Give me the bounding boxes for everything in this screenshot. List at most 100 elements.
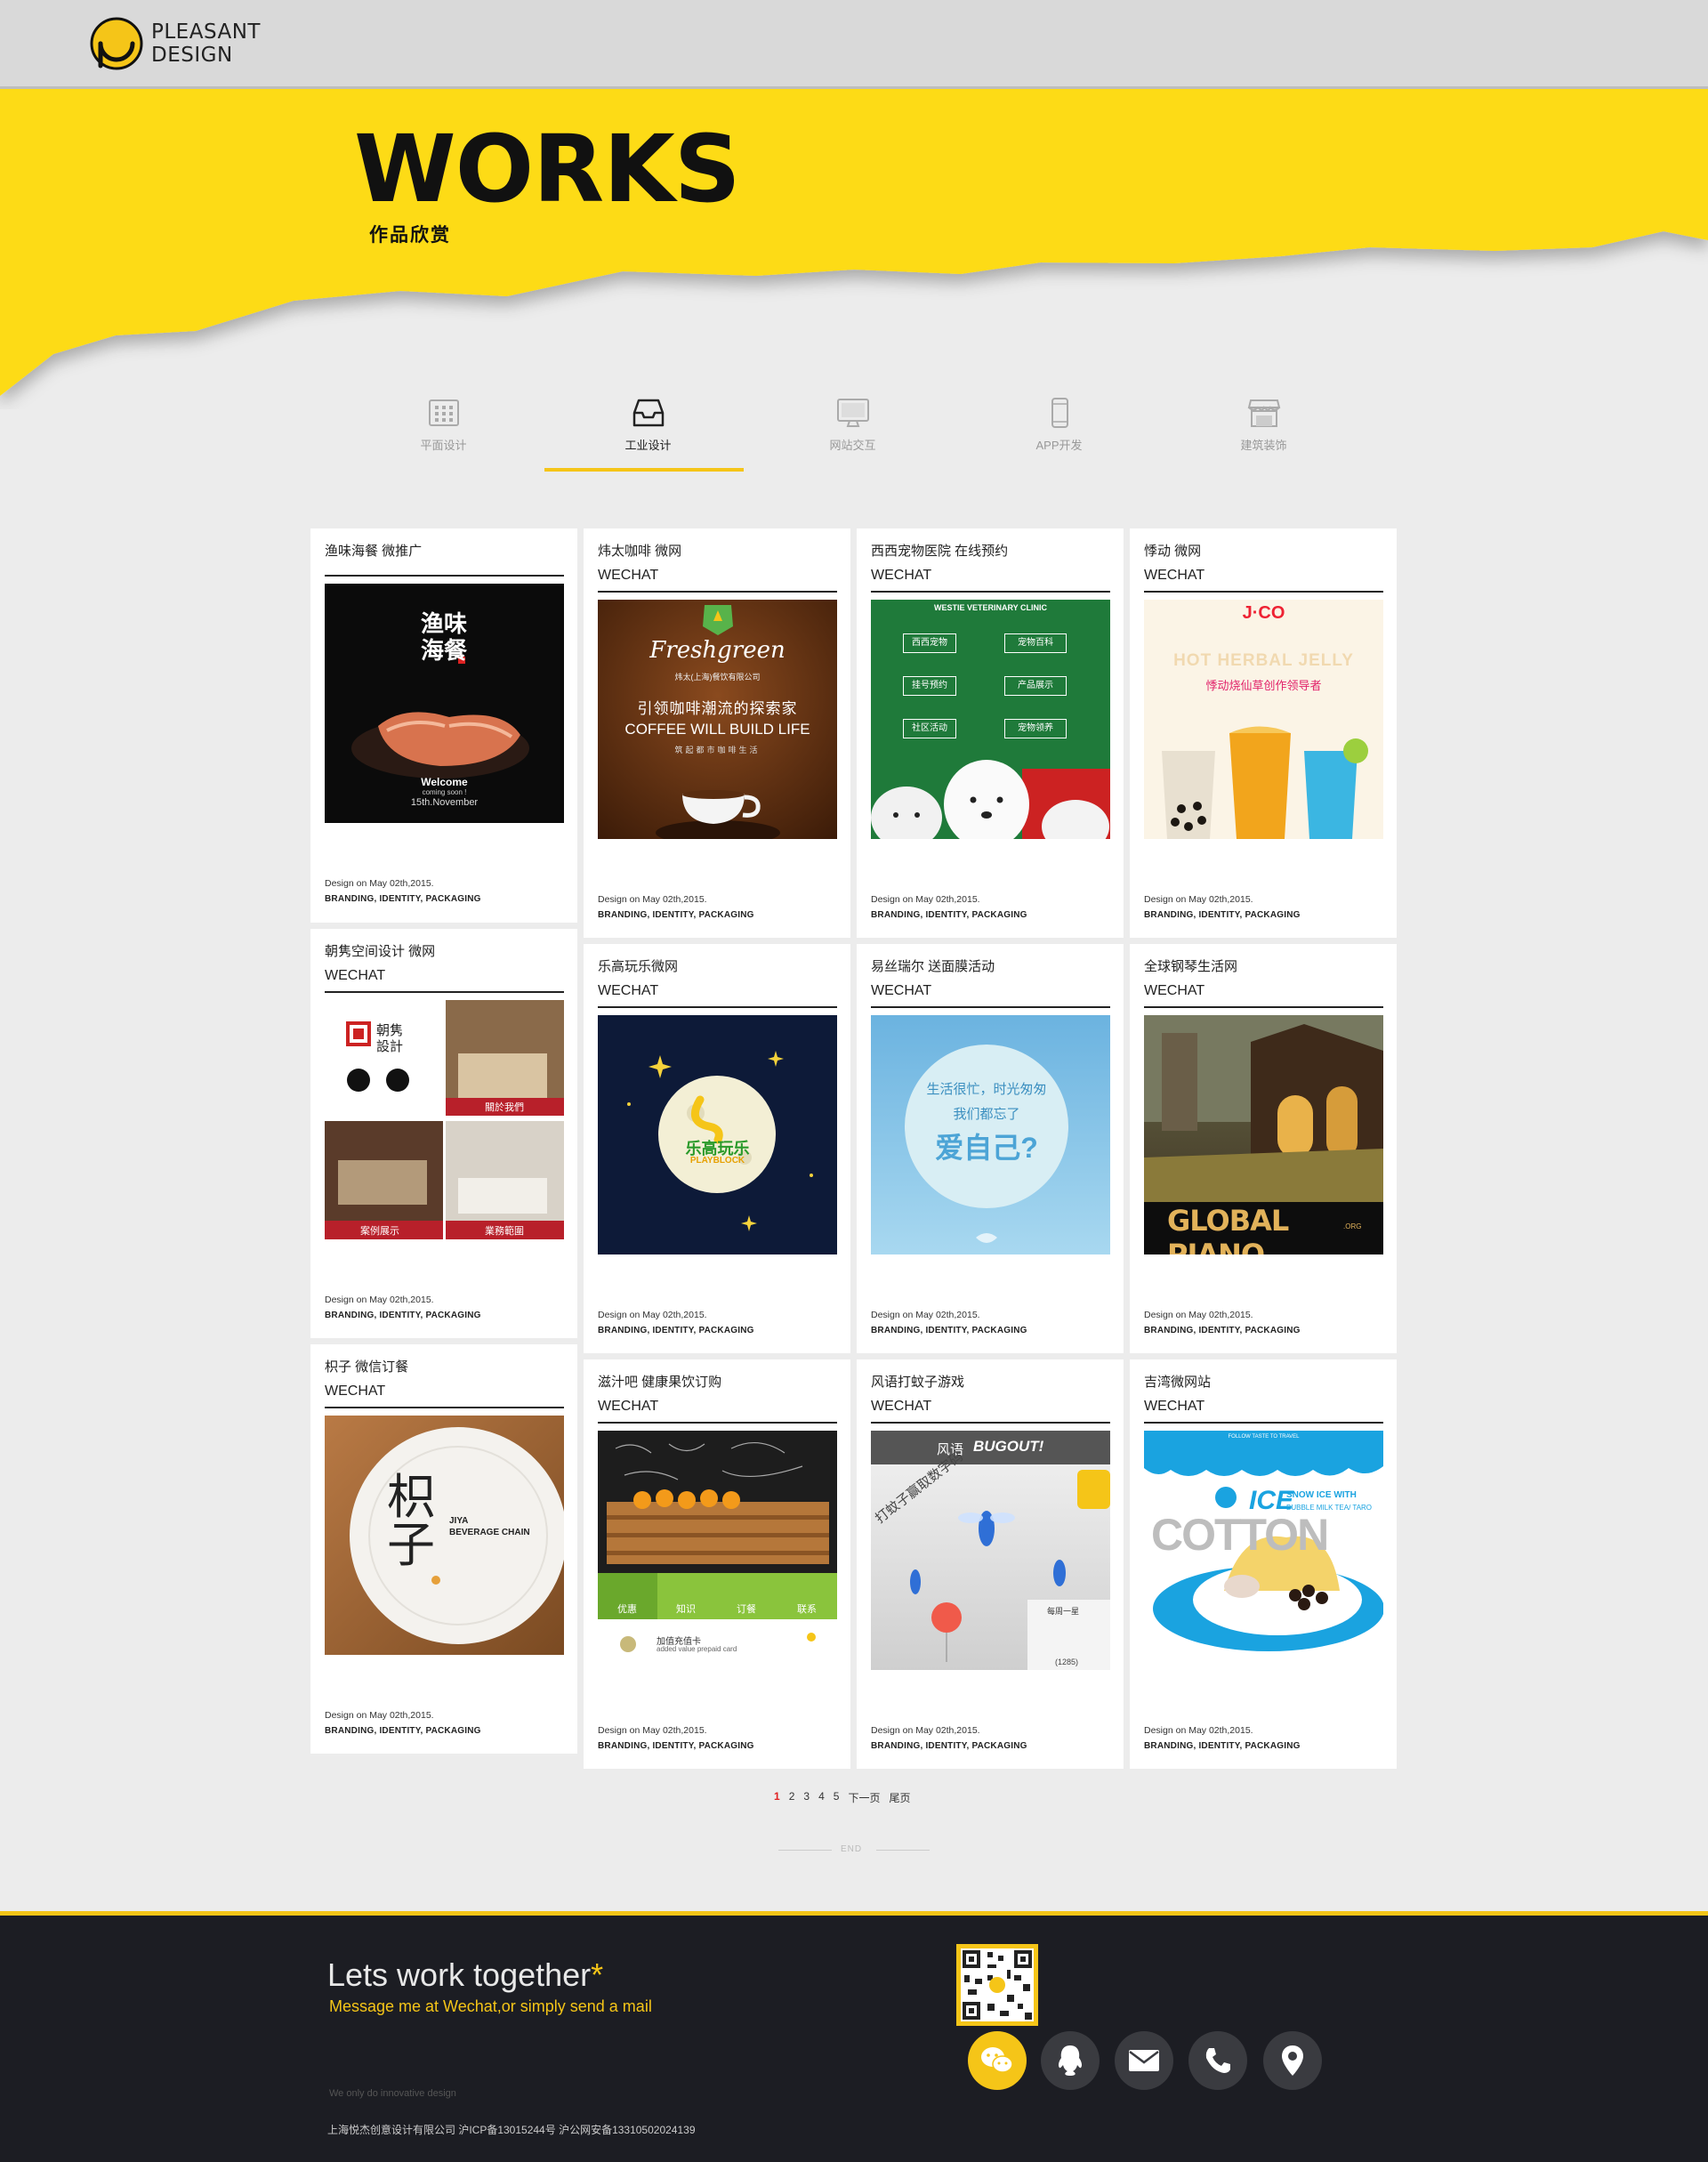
footer-tagline: We only do innovative design — [329, 2088, 456, 2099]
work-card[interactable]: 吉湾微网站 WECHAT FOLLOW TASTE TO TRAVEL ICE … — [1130, 1359, 1397, 1769]
page-title: WORKS — [354, 115, 741, 223]
work-card[interactable]: 乐高玩乐微网 WECHAT 乐高玩乐 PLAYBLOCK Design on M… — [584, 944, 850, 1353]
coffee-poster-image — [656, 605, 780, 839]
card-image: WESTIE VETERINARY CLINIC 西西宠物 宠物百科 挂号预约 … — [871, 600, 1110, 839]
tab-architecture[interactable]: 建筑装饰 — [1164, 391, 1364, 472]
card-title: 乐高玩乐微网 — [598, 959, 679, 974]
tab-industrial-design[interactable]: 工业设计 — [548, 391, 748, 472]
works-banner: WORKS 作品欣赏 — [0, 89, 1708, 409]
phone-icon — [1051, 398, 1068, 428]
work-card[interactable]: 悸动 微网 WECHAT J·CO HOT HERBAL JELLY 悸动烧仙草… — [1130, 528, 1397, 938]
card-meta: BRANDING, IDENTITY, PACKAGING — [598, 1741, 754, 1751]
clinic-button: 西西宠物 — [903, 633, 956, 653]
phone-handset-icon — [1205, 2048, 1230, 2073]
playblock-en: PLAYBLOCK — [689, 1156, 745, 1166]
card-image: 优惠 知识 订餐 联系 加值充值卡 added value prepaid ca… — [598, 1431, 837, 1670]
work-card[interactable]: 风语打蚊子游戏 WECHAT 风语 BUGOUT! 打蚊子赢取数字码 每周一星 … — [857, 1359, 1124, 1769]
card-image: 风语 BUGOUT! 打蚊子赢取数字码 每周一星 (1285) — [871, 1431, 1110, 1670]
location-button[interactable] — [1263, 2031, 1322, 2090]
services-label: 業務範圍 — [485, 1226, 524, 1237]
card-date: Design on May 02th,2015. — [871, 1310, 980, 1320]
work-card[interactable]: 西西宠物医院 在线预约 WECHAT WESTIE VETERINARY CLI… — [857, 528, 1124, 938]
tab-label: 建筑装饰 — [1240, 439, 1287, 452]
work-card[interactable]: 炜太咖啡 微网 WECHAT Freshgreen 炜太(上海)餐饮有限公司 引… — [584, 528, 850, 938]
tab-graphic-design[interactable]: 平面设计 — [343, 391, 544, 472]
poster-coming: coming soon ! — [422, 788, 467, 796]
card-divider — [325, 575, 564, 577]
logo-line-1: PLEASANT — [151, 20, 261, 44]
work-card[interactable]: 渔味海餐 微推广 渔味海餐 Welcome coming soon ! 15th… — [310, 528, 577, 923]
work-card[interactable]: 全球钢琴生活网 WECHAT GLOBAL PIANO .ORG Design … — [1130, 944, 1397, 1353]
card-tag: WECHAT — [598, 568, 659, 583]
juice-tab: 订餐 — [737, 1604, 756, 1615]
sky-line-1: 生活很忙，时光匆匆 — [926, 1082, 1047, 1097]
card-meta: BRANDING, IDENTITY, PACKAGING — [325, 1726, 481, 1736]
prepaid-card-en: added value prepaid card — [657, 1645, 737, 1653]
next-page-link[interactable]: 下一页 — [848, 1790, 880, 1805]
card-divider — [1144, 1422, 1383, 1424]
card-title: 全球钢琴生活网 — [1144, 959, 1238, 974]
cotton-word: COTTON — [1151, 1510, 1329, 1560]
jco-headline: HOT HERBAL JELLY — [1173, 651, 1354, 670]
card-tag: WECHAT — [871, 568, 932, 583]
tab-app-development[interactable]: APP开发 — [959, 391, 1159, 472]
jco-slogan: 悸动烧仙草创作领导者 — [1205, 679, 1322, 692]
juice-tab: 优惠 — [617, 1604, 637, 1615]
end-divider: END — [778, 1844, 930, 1855]
monitor-icon — [836, 399, 869, 427]
card-meta: BRANDING, IDENTITY, PACKAGING — [871, 1741, 1027, 1751]
poster-title: 渔味海餐 — [420, 610, 467, 664]
card-tag: WECHAT — [325, 1384, 386, 1399]
tab-label: 网站交互 — [829, 439, 876, 452]
studio-name-1: 朝隽 — [376, 1023, 404, 1038]
tab-web-interaction[interactable]: 网站交互 — [753, 391, 953, 472]
tab-label: APP开发 — [1035, 439, 1083, 452]
last-page-link[interactable]: 尾页 — [889, 1790, 910, 1805]
clinic-button: 社区活动 — [903, 719, 956, 738]
category-tabs: 平面设计 工业设计 网站交互 APP开发 建筑装饰 — [0, 391, 1708, 480]
page-link-2[interactable]: 2 — [789, 1790, 795, 1805]
ice-tagline: FOLLOW TASTE TO TRAVEL — [1228, 1434, 1300, 1440]
card-meta: BRANDING, IDENTITY, PACKAGING — [1144, 1741, 1301, 1751]
work-card[interactable]: 易丝瑞尔 送面膜活动 WECHAT 生活很忙，时光匆匆 我们都忘了 爱自己? D… — [857, 944, 1124, 1353]
qr-code-icon — [961, 1948, 1034, 2021]
card-divider — [1144, 1006, 1383, 1008]
wechat-button[interactable] — [968, 2031, 1027, 2090]
footer: Lets work together* Message me at Wechat… — [0, 1911, 1708, 2162]
card-meta: BRANDING, IDENTITY, PACKAGING — [871, 1326, 1027, 1335]
card-divider — [325, 1407, 564, 1408]
work-card[interactable]: 朝隽空间设计 微网 WECHAT 朝隽 設計 關於我們 案例展示 業務範圍 De… — [310, 929, 577, 1338]
work-card[interactable]: 枳子 微信订餐 WECHAT 枳子 JIYA BEVERAGE CHAIN De… — [310, 1344, 577, 1754]
card-title: 吉湾微网站 — [1144, 1375, 1212, 1390]
card-tag: WECHAT — [1144, 983, 1205, 998]
wechat-qr-code — [956, 1944, 1038, 2026]
page-link-3[interactable]: 3 — [803, 1790, 810, 1805]
page-link-1[interactable]: 1 — [774, 1790, 780, 1805]
card-divider — [871, 1006, 1110, 1008]
sky-headline: 爱自己? — [935, 1132, 1038, 1164]
poster-date: 15th.November — [410, 797, 479, 808]
card-date: Design on May 02th,2015. — [1144, 1725, 1253, 1736]
phone-button[interactable] — [1188, 2031, 1247, 2090]
card-divider — [598, 1006, 837, 1008]
juice-tab: 知识 — [676, 1604, 696, 1615]
bugout-weekly: 每周一星 — [1047, 1607, 1080, 1616]
end-line-left — [778, 1850, 832, 1851]
wechat-icon — [981, 2047, 1013, 2073]
page-link-4[interactable]: 4 — [818, 1790, 825, 1805]
work-card[interactable]: 滋汁吧 健康果饮订购 WECHAT 优惠 知识 订餐 联系 加值充值卡 adde… — [584, 1359, 850, 1769]
drinks-image — [1162, 726, 1368, 839]
inbox-tray-icon — [632, 399, 664, 427]
card-date: Design on May 02th,2015. — [598, 894, 707, 905]
jco-logo: J·CO — [1242, 603, 1285, 623]
mail-button[interactable] — [1115, 2031, 1173, 2090]
page-link-5[interactable]: 5 — [834, 1790, 840, 1805]
logo[interactable]: PLEASANT DESIGN — [89, 16, 261, 71]
footer-title-text: Lets work together — [327, 1956, 592, 1993]
card-meta: BRANDING, IDENTITY, PACKAGING — [1144, 910, 1301, 920]
card-title: 枳子 微信订餐 — [325, 1359, 409, 1375]
end-line-right — [876, 1850, 930, 1851]
qq-button[interactable] — [1041, 2031, 1100, 2090]
card-title: 悸动 微网 — [1144, 544, 1202, 559]
sky-line-2: 我们都忘了 — [953, 1107, 1020, 1122]
